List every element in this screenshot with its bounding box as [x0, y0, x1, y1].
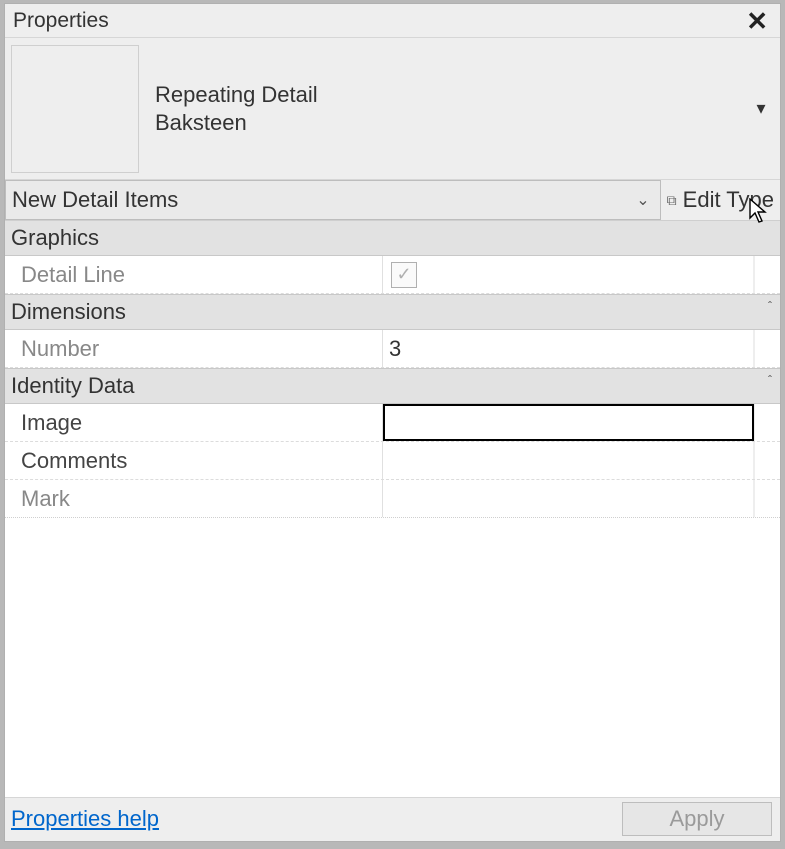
apply-button[interactable]: Apply — [622, 802, 772, 836]
group-label: Dimensions — [11, 299, 126, 324]
image-field[interactable] — [391, 406, 746, 439]
property-label: Mark — [5, 480, 383, 517]
property-value[interactable] — [383, 404, 754, 441]
instance-filter-dropdown[interactable]: New Detail Items ⌄ — [5, 180, 661, 220]
chevron-down-icon[interactable]: ▾ — [750, 98, 772, 119]
edit-type-icon: ⧉ — [667, 192, 677, 209]
property-value[interactable] — [383, 330, 754, 367]
property-row: Number — [5, 330, 780, 368]
property-end-gutter — [754, 442, 780, 479]
comments-field[interactable] — [389, 442, 747, 479]
properties-body: Graphics Detail Line ✓ Dimensions ˆ Numb… — [5, 220, 780, 797]
group-label: Identity Data — [11, 373, 135, 398]
property-value[interactable] — [383, 442, 754, 479]
number-field[interactable] — [389, 330, 747, 367]
type-thumbnail — [11, 45, 139, 173]
property-value[interactable] — [383, 480, 754, 517]
property-row: Detail Line ✓ — [5, 256, 780, 294]
property-end-gutter — [754, 404, 780, 441]
type-selector[interactable]: Repeating Detail Baksteen ▾ — [5, 38, 780, 180]
property-label: Image — [5, 404, 383, 441]
panel-title: Properties — [13, 9, 109, 33]
property-end-gutter — [754, 256, 780, 293]
property-row: Comments — [5, 442, 780, 480]
close-icon[interactable]: ✕ — [742, 8, 772, 34]
group-header-dimensions[interactable]: Dimensions ˆ — [5, 294, 780, 330]
type-name: Baksteen — [155, 110, 750, 136]
property-row: Mark — [5, 480, 780, 518]
empty-area — [5, 518, 780, 797]
edit-type-button[interactable]: ⧉ Edit Type — [667, 180, 780, 220]
panel-header: Properties ✕ — [5, 4, 780, 38]
property-end-gutter — [754, 330, 780, 367]
properties-help-link[interactable]: Properties help — [11, 806, 159, 832]
properties-panel: Properties ✕ Repeating Detail Baksteen ▾… — [4, 3, 781, 842]
property-row: Image — [5, 404, 780, 442]
type-text: Repeating Detail Baksteen — [155, 82, 750, 136]
checkbox[interactable]: ✓ — [391, 262, 417, 288]
filter-row: New Detail Items ⌄ ⧉ Edit Type — [5, 180, 780, 220]
group-label: Graphics — [11, 225, 99, 250]
property-label: Detail Line — [5, 256, 383, 293]
family-name: Repeating Detail — [155, 82, 750, 108]
edit-type-label: Edit Type — [683, 187, 774, 213]
chevron-down-icon: ⌄ — [636, 190, 649, 210]
group-header-identity-data[interactable]: Identity Data ˆ — [5, 368, 780, 404]
property-label: Number — [5, 330, 383, 367]
collapse-icon[interactable]: ˆ — [768, 373, 772, 387]
property-end-gutter — [754, 480, 780, 517]
property-value: ✓ — [383, 256, 754, 293]
property-label: Comments — [5, 442, 383, 479]
collapse-icon[interactable]: ˆ — [768, 299, 772, 313]
mark-field[interactable] — [389, 480, 747, 517]
panel-footer: Properties help Apply — [5, 797, 780, 841]
group-header-graphics[interactable]: Graphics — [5, 221, 780, 256]
instance-filter-label: New Detail Items — [12, 187, 178, 213]
